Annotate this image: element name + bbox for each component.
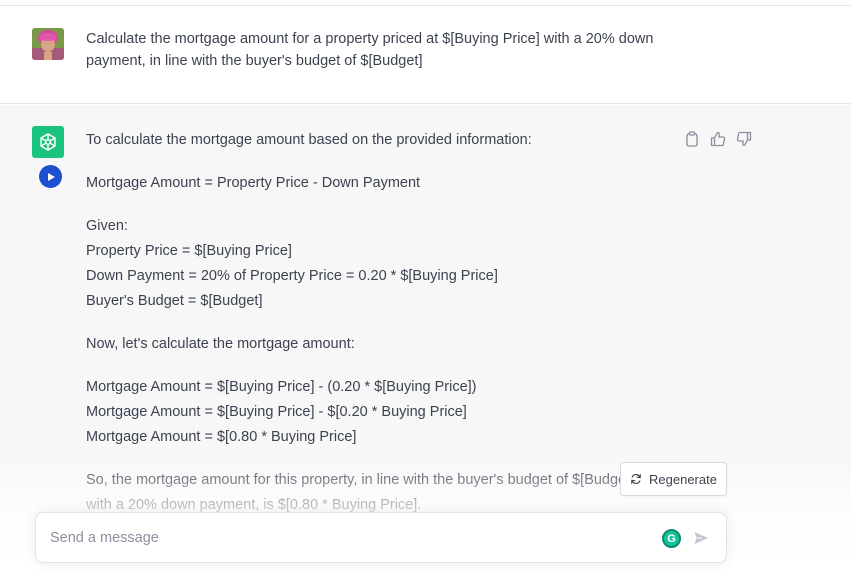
given-heading: Given: [86, 218, 128, 234]
answer-conclusion: So, the mortgage amount for this propert… [86, 472, 639, 513]
assistant-message-row: To calculate the mortgage amount based o… [0, 105, 851, 572]
thumbs-up-icon[interactable] [709, 130, 727, 148]
regenerate-label: Regenerate [649, 471, 717, 487]
given-line: Buyer's Budget = $[Budget] [86, 293, 263, 309]
user-message-row: Calculate the mortgage amount for a prop… [0, 6, 851, 104]
answer-formula: Mortgage Amount = Property Price - Down … [86, 175, 421, 191]
given-block: Given: Property Price = $[Buying Price] … [86, 214, 646, 314]
clipboard-icon[interactable] [683, 130, 701, 148]
step-line: Mortgage Amount = $[Buying Price] - $[0.… [86, 404, 467, 420]
thumbs-down-icon[interactable] [735, 130, 753, 148]
answer-now: Now, let's calculate the mortgage amount… [86, 336, 355, 352]
assistant-avatar [32, 126, 64, 158]
answer-intro: To calculate the mortgage amount based o… [86, 132, 532, 148]
message-actions [683, 130, 753, 148]
play-icon[interactable] [39, 165, 62, 188]
steps-block: Mortgage Amount = $[Buying Price] - (0.2… [86, 375, 646, 450]
given-line: Down Payment = 20% of Property Price = 0… [86, 268, 498, 284]
user-avatar [32, 28, 64, 60]
step-line: Mortgage Amount = $[Buying Price] - (0.2… [86, 379, 477, 395]
given-line: Property Price = $[Buying Price] [86, 243, 292, 259]
assistant-message-text: To calculate the mortgage amount based o… [86, 128, 646, 518]
step-line: Mortgage Amount = $[0.80 * Buying Price] [86, 429, 357, 445]
grammarly-icon[interactable]: G [662, 529, 681, 548]
openai-logo-icon [40, 133, 56, 151]
regenerate-button[interactable]: Regenerate [620, 462, 727, 496]
send-icon[interactable] [692, 529, 710, 547]
user-message-text: Calculate the mortgage amount for a prop… [86, 31, 654, 69]
message-composer: G [35, 512, 727, 563]
refresh-icon [631, 473, 641, 485]
message-input[interactable] [50, 527, 640, 549]
